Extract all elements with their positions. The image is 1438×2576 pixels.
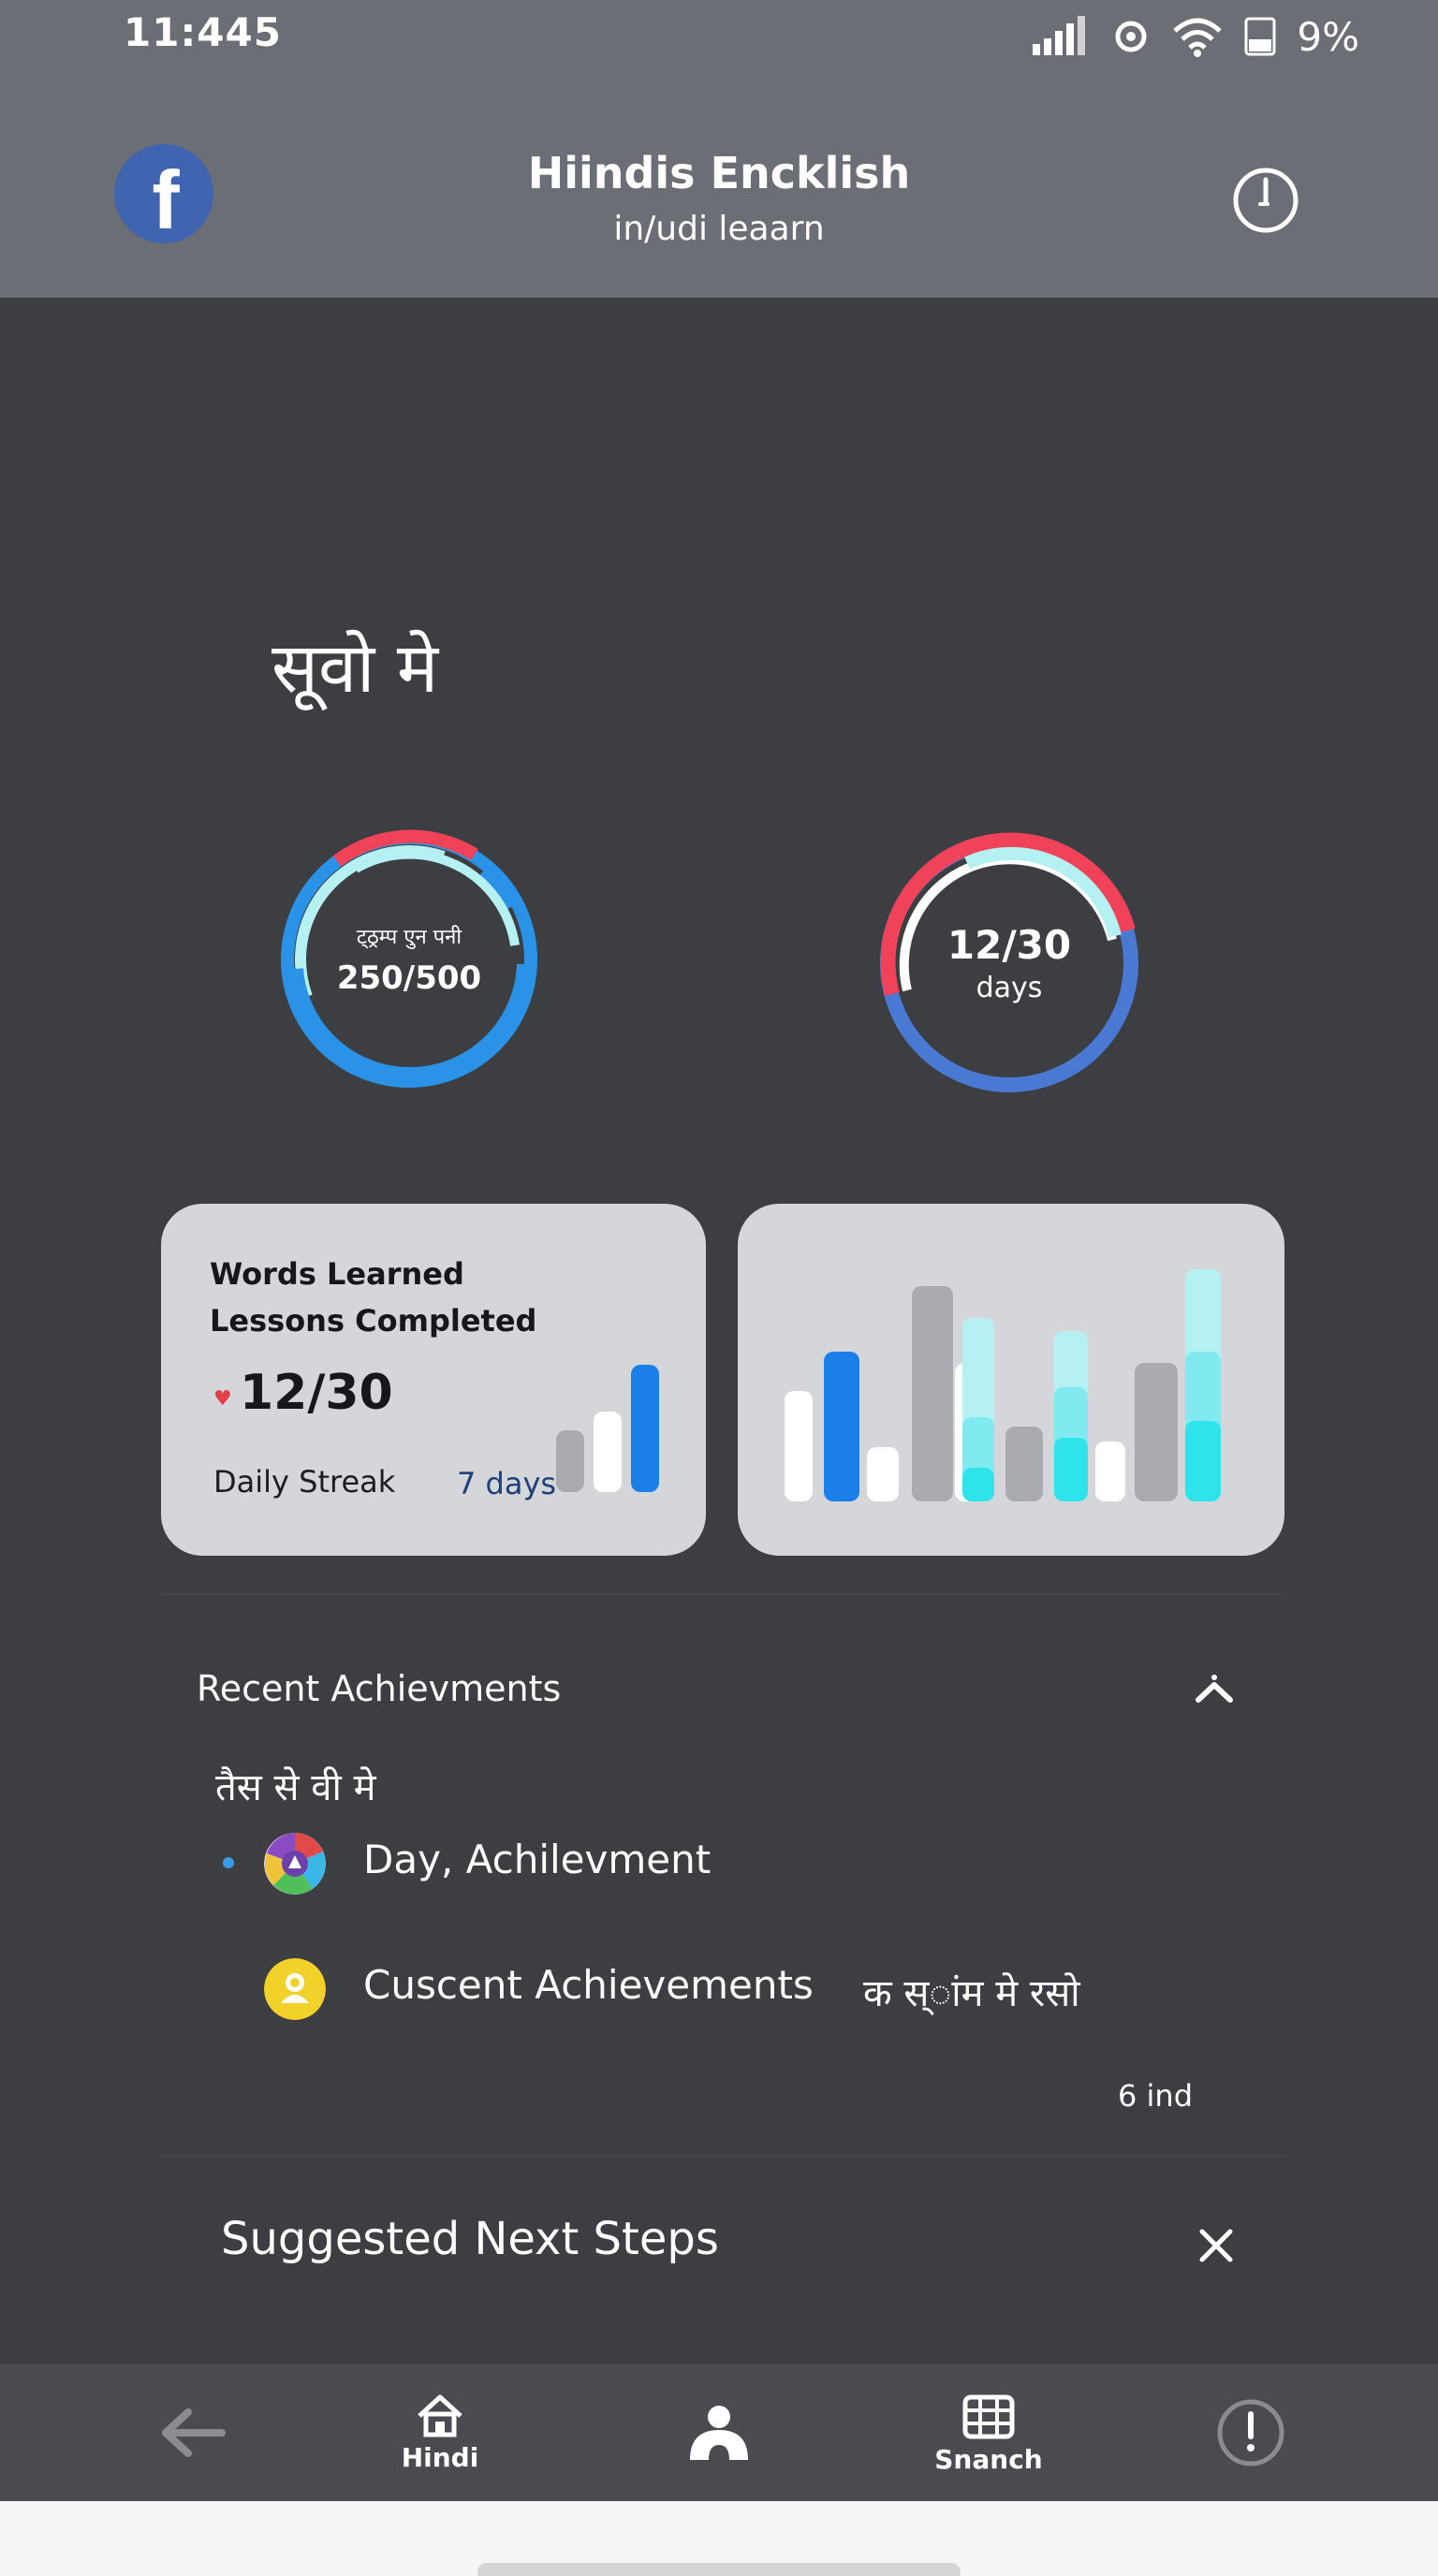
words-progress-ring: ट्ठ्रम्प एुन पनी 250/500 [273, 824, 545, 1095]
nav-home[interactable]: Hindi [384, 2364, 496, 2501]
chart-bar [785, 1391, 813, 1501]
days-ring-unit: days [976, 972, 1043, 1004]
app-title: Hiindis Encklish [527, 148, 911, 198]
activity-chart-card[interactable] [738, 1204, 1284, 1556]
home-icon [418, 2394, 462, 2437]
achievements-subtitle: तैस से वी मे [215, 1766, 376, 1809]
chart-bar [867, 1447, 899, 1501]
nav-search[interactable]: Snanch [932, 2364, 1045, 2501]
next-steps-section[interactable]: Suggested Next Steps [161, 2203, 1284, 2288]
heart-icon: ♥ [213, 1387, 232, 1411]
nav-label: Hindi [401, 2441, 479, 2473]
chart-bar [1185, 1421, 1221, 1501]
section-divider [161, 1593, 1284, 1595]
days-ring-value: 12/30 [946, 922, 1072, 968]
chart-bar [962, 1468, 994, 1501]
mini-bar [631, 1365, 659, 1492]
nav-profile[interactable] [667, 2364, 771, 2501]
home-indicator[interactable] [477, 2563, 961, 2576]
achievements-title: Recent Achievments [197, 1668, 562, 1709]
activity-bar-chart [785, 1269, 1221, 1501]
profile-icon [690, 2406, 748, 2460]
nav-label: Snanch [934, 2443, 1043, 2475]
daily-streak-label: Daily Streak [213, 1464, 396, 1500]
nav-info[interactable] [1204, 2364, 1298, 2501]
chart-bar [1005, 1427, 1043, 1501]
achievement-item[interactable]: Cuscent Achievements क स्ांम मे रसो [215, 1951, 1152, 2026]
app-screen: 11:445 9% f Hiindis Encklish in/udi leaa… [0, 0, 1438, 2501]
page-title: सूवो मे [271, 628, 439, 709]
battery-icon [1244, 17, 1276, 56]
words-learned-label: Words Learned [210, 1256, 464, 1292]
bottom-navigation: Hindi Snanch [0, 2364, 1438, 2501]
wifi-icon [1173, 18, 1223, 57]
app-header: 11:445 9% f Hiindis Encklish in/udi leaa… [0, 0, 1438, 298]
lessons-completed-label: Lessons Completed [210, 1303, 537, 1339]
chart-bar [1054, 1438, 1088, 1501]
chevron-up-icon[interactable] [1191, 1668, 1238, 1715]
status-time: 11:445 [124, 9, 282, 55]
section-divider [161, 2155, 1284, 2157]
sync-icon [1115, 21, 1147, 52]
achievement-extra: क स्ांम मे रसो [863, 1972, 1080, 2015]
achievement-item[interactable]: Day, Achilevment [215, 1825, 1152, 1900]
medal-icon [264, 1958, 326, 2020]
stats-card[interactable]: Words Learned Lessons Completed ♥ 12/30 … [161, 1204, 706, 1556]
chart-bar [1095, 1442, 1125, 1501]
achievements-count: 6 ind [1118, 2078, 1194, 2114]
nav-back[interactable] [140, 2364, 243, 2501]
close-icon[interactable] [1195, 2224, 1238, 2267]
chart-bar [1135, 1363, 1178, 1501]
streak-days: 7 days [457, 1466, 557, 1501]
lessons-value: 12/30 [240, 1365, 393, 1421]
days-progress-ring: 12/30 days [873, 827, 1145, 1099]
grid-icon [962, 2394, 1015, 2438]
battery-percentage: 9% [1297, 13, 1359, 60]
words-ring-value: 250/500 [336, 959, 482, 997]
chart-bar [912, 1286, 953, 1501]
mini-bar [556, 1430, 584, 1492]
achievement-label: Cuscent Achievements [363, 1962, 814, 2008]
words-ring-label: ट्ठ्रम्प एुन पनी [356, 926, 462, 949]
achievement-label: Day, Achilevment [363, 1837, 712, 1882]
chart-bar [824, 1352, 859, 1501]
next-steps-title: Suggested Next Steps [221, 2213, 719, 2265]
bullet-dot [223, 1857, 234, 1868]
achievements-header[interactable]: Recent Achievments [161, 1647, 1284, 1732]
mini-bar-chart [556, 1365, 659, 1492]
power-icon[interactable] [1226, 159, 1305, 238]
badge-icon [264, 1833, 326, 1895]
info-icon [1217, 2399, 1284, 2466]
app-subtitle: in/udi leaarn [613, 210, 825, 248]
back-arrow-icon [162, 2408, 226, 2457]
mini-bar [594, 1412, 622, 1492]
status-icons: 9% [1031, 13, 1359, 60]
signal-icon [1033, 16, 1086, 55]
